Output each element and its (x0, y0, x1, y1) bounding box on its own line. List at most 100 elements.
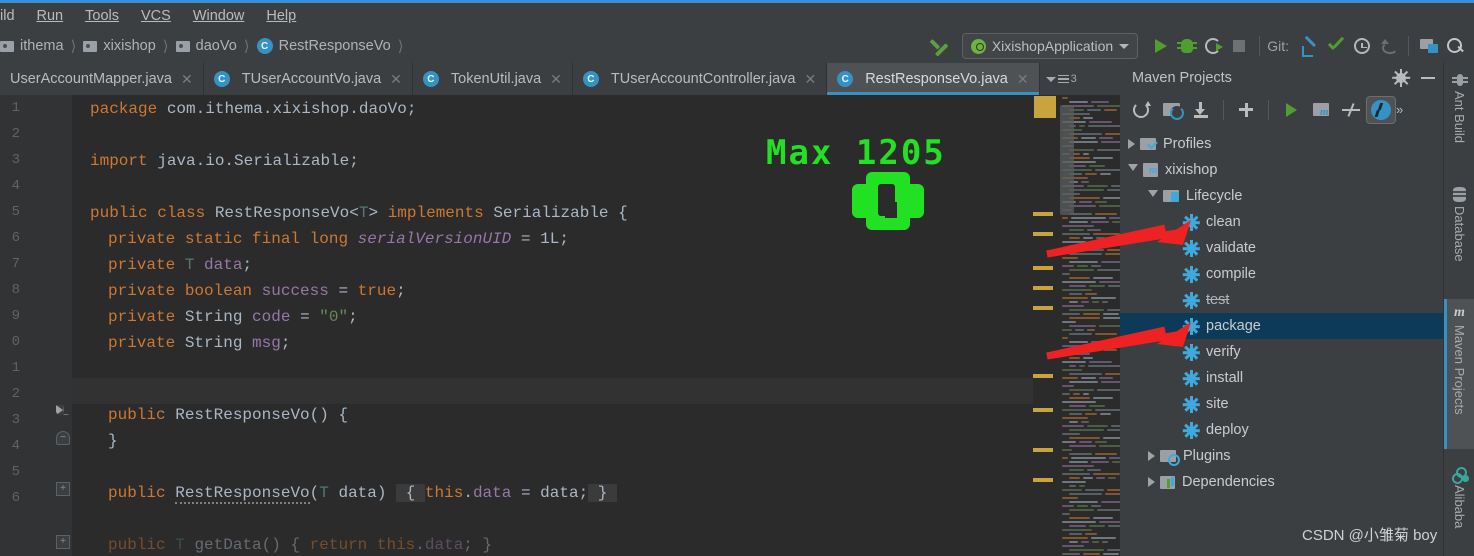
maven-tree-item-package[interactable]: package (1120, 313, 1443, 339)
editor-tab-restresponsevo[interactable]: C RestResponseVo.java ✕ (827, 63, 1040, 95)
fold-end-icon[interactable]: − (56, 431, 70, 445)
breadcrumb-item-ithema[interactable]: ithema (0, 38, 64, 54)
breadcrumb-item-daovo[interactable]: daoVo (175, 38, 237, 54)
minimap-scroll-thumb[interactable] (1060, 105, 1074, 215)
minimap-line (1062, 225, 1094, 227)
maven-tree-item-lifecycle[interactable]: Lifecycle (1120, 183, 1443, 209)
editor-tab-tuseraccountvo[interactable]: C TUserAccountVo.java ✕ (204, 63, 413, 95)
editor-gutter[interactable]: 1 2 3 4 5 6 7 8 9 0 1 2 3 4 5 6 − − + + (0, 95, 72, 556)
maven-tree-item-compile[interactable]: compile (1120, 261, 1443, 287)
close-icon[interactable]: ✕ (550, 71, 562, 88)
maven-tree-item-clean[interactable]: clean (1120, 209, 1443, 235)
run-with-coverage-button[interactable] (1200, 33, 1226, 59)
chevron-down-icon[interactable] (1148, 190, 1158, 202)
chevron-right-icon[interactable] (1148, 477, 1155, 487)
warning-marker[interactable] (1033, 408, 1053, 412)
download-sources-button[interactable] (1186, 96, 1216, 124)
minimap-line (1100, 173, 1111, 175)
fold-collapse-icon[interactable]: − (56, 405, 69, 421)
maven-tree-item-verify[interactable]: verify (1120, 339, 1443, 365)
maven-tree-item-profiles[interactable]: Profiles (1120, 131, 1443, 157)
close-icon[interactable]: ✕ (804, 71, 816, 88)
git-rollback-button[interactable] (1375, 33, 1401, 59)
toggle-skip-tests-button[interactable] (1336, 96, 1366, 124)
minimap-line (1083, 117, 1093, 119)
warning-marker[interactable] (1033, 448, 1053, 452)
menu-item-tools[interactable]: Tools (74, 6, 130, 26)
editor-tab-tokenutil[interactable]: C TokenUtil.java ✕ (413, 63, 573, 95)
maven-tree-item-xixishop[interactable]: xixishop (1120, 157, 1443, 183)
menu-item-build[interactable]: ild (0, 6, 26, 26)
close-icon[interactable]: ✕ (390, 71, 402, 88)
minimap-line (1097, 389, 1120, 391)
maven-tree-item-validate[interactable]: validate (1120, 235, 1443, 261)
stop-button[interactable] (1226, 33, 1252, 59)
tool-window-database[interactable]: Database (1444, 181, 1474, 289)
minimap-line (1062, 505, 1074, 507)
tool-window-ant-build[interactable]: Ant Build (1444, 67, 1474, 171)
maven-tree[interactable]: Profiles xixishop Lifecycle clean validate co… (1120, 131, 1443, 495)
arrow-up-left-icon[interactable] (930, 35, 952, 57)
tool-window-maven-projects[interactable]: m Maven Projects (1444, 299, 1474, 449)
editor-tab-useraccountmapper[interactable]: UserAccountMapper.java ✕ (0, 63, 204, 95)
fold-expand-icon[interactable]: + (56, 482, 70, 496)
tab-overflow-button[interactable]: 3 (1040, 63, 1083, 95)
tool-window-label: Ant Build (1452, 91, 1467, 144)
minimap-line (1062, 497, 1078, 499)
warning-marker[interactable] (1033, 266, 1053, 270)
minimap-line (1092, 541, 1099, 543)
menu-item-run[interactable]: Run (26, 6, 75, 26)
maven-tree-item-plugins[interactable]: Plugins (1120, 443, 1443, 469)
minimap-line (1107, 549, 1120, 551)
menu-item-window[interactable]: Window (182, 6, 256, 26)
menu-item-vcs[interactable]: VCS (130, 6, 182, 26)
gear-icon[interactable] (1392, 69, 1411, 87)
editor-scroll-column[interactable] (1033, 95, 1060, 556)
breadcrumb-item-xixishop[interactable]: xixishop (83, 38, 156, 54)
git-update-button[interactable] (1297, 33, 1323, 59)
chevron-right-icon[interactable] (1148, 451, 1155, 461)
warning-marker[interactable] (1033, 306, 1053, 310)
warning-marker[interactable] (1033, 286, 1053, 290)
chevron-down-icon[interactable] (1128, 164, 1138, 176)
close-icon[interactable]: ✕ (181, 71, 193, 88)
debug-button[interactable] (1174, 33, 1200, 59)
run-maven-build-icon (1285, 102, 1297, 117)
maven-tree-item-site[interactable]: site (1120, 391, 1443, 417)
breadcrumb-item-restresponsevo[interactable]: C RestResponseVo (256, 38, 391, 54)
project-structure-button[interactable] (1416, 33, 1442, 59)
maven-tree-item-install[interactable]: install (1120, 365, 1443, 391)
reimport-button[interactable] (1126, 96, 1156, 124)
minimap-line (1069, 469, 1084, 471)
warning-marker[interactable] (1033, 478, 1053, 482)
editor-tab-tuseraccountcontroller[interactable]: C TUserAccountController.java ✕ (573, 63, 828, 95)
close-icon[interactable]: ✕ (1017, 71, 1029, 88)
tool-window-alibaba[interactable]: Alibaba (1444, 461, 1474, 556)
git-commit-button[interactable] (1323, 33, 1349, 59)
execute-maven-goal-button[interactable] (1306, 96, 1336, 124)
chevron-double-right-icon[interactable]: » (1396, 102, 1403, 117)
minimap-line (1069, 269, 1094, 271)
maven-tree-item-deploy[interactable]: deploy (1120, 417, 1443, 443)
fold-expand-icon[interactable]: + (56, 535, 70, 549)
minimap-line (1083, 477, 1093, 479)
add-maven-project-button[interactable] (1231, 96, 1261, 124)
line-number: 2 (11, 126, 20, 142)
minimize-icon[interactable] (1421, 77, 1435, 79)
run-button[interactable] (1148, 33, 1174, 59)
git-history-icon (1354, 38, 1370, 54)
chevron-right-icon[interactable] (1128, 139, 1135, 149)
toggle-offline-mode-button[interactable] (1366, 95, 1396, 124)
warning-marker[interactable] (1033, 232, 1053, 236)
search-everywhere-button[interactable] (1442, 33, 1468, 59)
maven-tree-item-test[interactable]: test (1120, 287, 1443, 313)
generate-sources-button[interactable] (1156, 96, 1186, 124)
warning-marker[interactable] (1033, 212, 1053, 216)
git-history-button[interactable] (1349, 33, 1375, 59)
run-maven-build-button[interactable] (1276, 96, 1306, 124)
warning-marker[interactable] (1033, 374, 1053, 378)
menu-item-help[interactable]: Help (255, 6, 307, 26)
run-configuration-selector[interactable]: XixishopApplication (961, 33, 1139, 59)
inspection-warning-marker[interactable] (1034, 96, 1056, 118)
maven-tree-item-dependencies[interactable]: Dependencies (1120, 469, 1443, 495)
